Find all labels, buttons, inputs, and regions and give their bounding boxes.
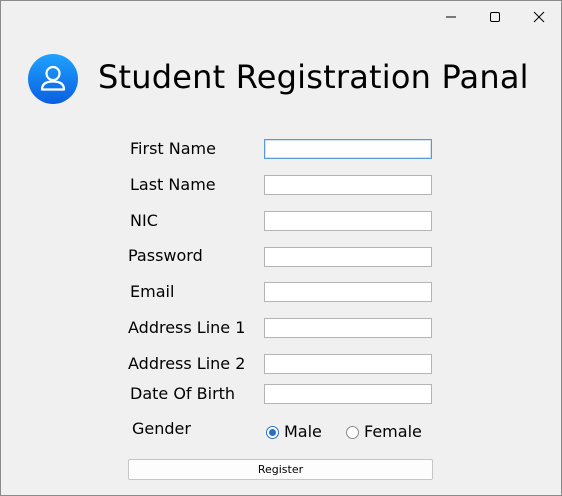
nic-label: NIC <box>130 211 158 230</box>
last-name-input[interactable] <box>264 175 432 195</box>
gender-male-label: Male <box>284 422 322 441</box>
password-input[interactable] <box>264 247 432 267</box>
email-input[interactable] <box>264 282 432 302</box>
first-name-input[interactable] <box>264 139 432 159</box>
password-label: Password <box>128 246 203 265</box>
maximize-icon <box>490 12 500 22</box>
nic-input[interactable] <box>264 211 432 231</box>
address-line-1-input[interactable] <box>264 318 432 338</box>
gender-female-radio[interactable]: Female <box>346 421 422 443</box>
address-line-2-label: Address Line 2 <box>128 354 246 373</box>
gender-female-label: Female <box>364 422 422 441</box>
close-button[interactable] <box>516 3 562 31</box>
maximize-button[interactable] <box>472 3 518 31</box>
registration-window: Student Registration Panal First Name La… <box>0 0 562 496</box>
minimize-icon <box>446 16 456 18</box>
gender-label: Gender <box>132 419 191 438</box>
date-of-birth-label: Date Of Birth <box>130 384 236 403</box>
date-of-birth-input[interactable] <box>264 384 432 404</box>
address-line-1-label: Address Line 1 <box>128 318 246 337</box>
radio-unchecked-icon <box>346 425 359 439</box>
first-name-label: First Name <box>130 139 216 158</box>
user-icon <box>27 53 79 105</box>
register-button[interactable]: Register <box>128 459 433 480</box>
page-title: Student Registration Panal <box>98 58 529 96</box>
close-icon <box>533 11 545 23</box>
minimize-button[interactable] <box>428 3 474 31</box>
radio-checked-icon <box>266 425 279 439</box>
address-line-2-input[interactable] <box>264 354 432 374</box>
gender-male-radio[interactable]: Male <box>266 421 322 443</box>
email-label: Email <box>130 282 175 301</box>
last-name-label: Last Name <box>130 175 216 194</box>
